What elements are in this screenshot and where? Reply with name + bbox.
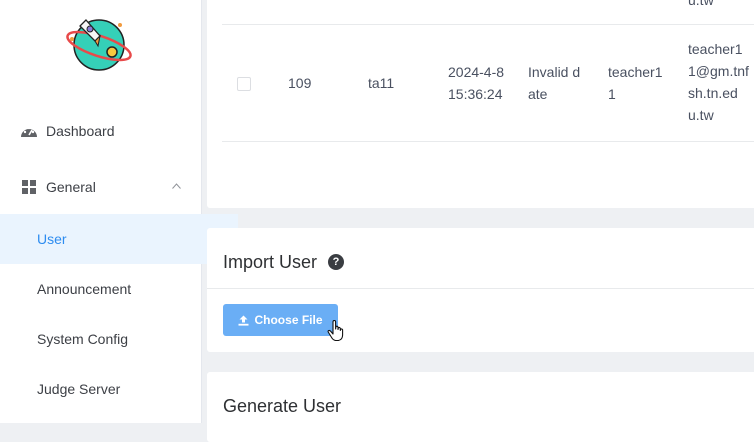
generate-user-card: Generate User xyxy=(207,372,754,442)
sidebar-item-general[interactable]: General xyxy=(0,162,201,212)
table-cell-real-name: teacher1 1 xyxy=(608,64,663,102)
sidebar-item-label: General xyxy=(46,179,96,195)
row-divider xyxy=(222,24,754,25)
user-table-card: u.tw 109 ta11 2024-4-8 15:36:24 Invalid … xyxy=(207,0,754,208)
sidebar-item-label: User xyxy=(37,231,67,247)
dashboard-gauge-icon xyxy=(21,126,37,137)
table-cell-create-time: 2024-4-8 15:36:24 xyxy=(448,64,505,102)
upload-icon xyxy=(238,315,249,326)
sidebar-item-label: Dashboard xyxy=(46,123,115,139)
choose-file-button[interactable]: Choose File xyxy=(223,304,338,336)
sidebar-item-label: Judge Server xyxy=(37,381,121,397)
import-user-title: Import User xyxy=(223,252,318,272)
question-circle-icon[interactable]: ? xyxy=(328,254,344,270)
table-cell-email: u.tw xyxy=(688,0,714,8)
row-checkbox[interactable] xyxy=(237,77,251,91)
row-divider xyxy=(222,141,754,142)
sidebar-item-user[interactable]: User xyxy=(0,214,238,264)
card-divider xyxy=(207,288,754,289)
sidebar-item-dashboard[interactable]: Dashboard xyxy=(0,106,201,156)
sidebar-item-label: System Config xyxy=(37,331,129,347)
rocket-planet-logo xyxy=(66,19,132,71)
table-cell-username: ta11 xyxy=(368,75,395,91)
grid-icon xyxy=(22,180,36,194)
table-cell-last-login: Invalid d ate xyxy=(528,64,581,102)
sidebar-item-announcement[interactable]: Announcement xyxy=(0,264,238,314)
sidebar-item-judge-server[interactable]: Judge Server xyxy=(0,364,238,414)
sidebar: Dashboard General User Announcement Syst… xyxy=(0,0,238,423)
import-user-card: Import User ? Choose File xyxy=(207,228,754,352)
sidebar-item-system-config[interactable]: System Config xyxy=(0,314,238,364)
table-cell-id: 109 xyxy=(288,75,312,91)
chevron-up-icon xyxy=(172,183,181,189)
sidebar-item-label: Announcement xyxy=(37,281,132,297)
generate-user-title: Generate User xyxy=(223,396,342,416)
hand-pointer-cursor-icon xyxy=(327,320,344,342)
table-cell-email: teacher1 1@gm.tnf sh.tn.ed u.tw xyxy=(688,41,749,123)
choose-file-label: Choose File xyxy=(254,313,323,327)
